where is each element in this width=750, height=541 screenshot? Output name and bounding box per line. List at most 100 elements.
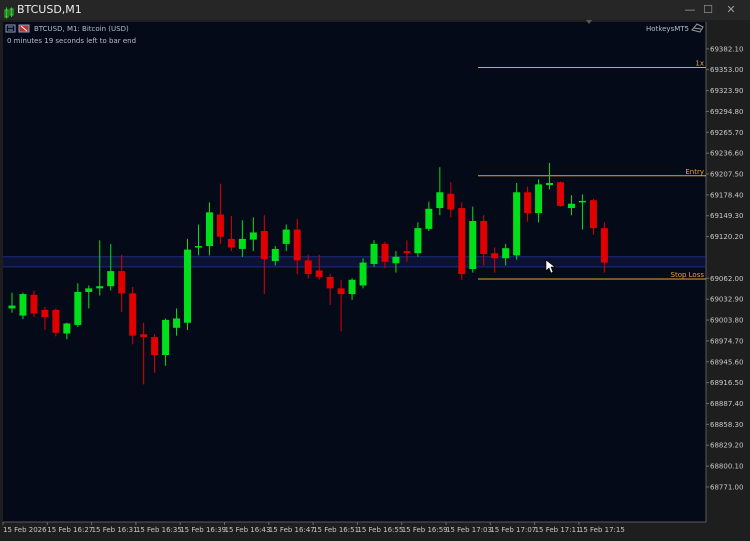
candle-body <box>546 182 554 186</box>
symbol-description: BTCUSD, M1: Bitcoin (USD) <box>34 25 129 33</box>
candle-body <box>19 294 27 316</box>
candle-body <box>118 271 126 294</box>
y-tick-label: 69265.70 <box>710 129 743 137</box>
y-tick-label: 69382.10 <box>710 45 743 53</box>
y-tick-label: 69294.80 <box>710 108 743 116</box>
y-tick-label: 68800.10 <box>710 463 743 471</box>
bid-ask-band <box>3 256 706 268</box>
y-tick-label: 69032.90 <box>710 296 743 304</box>
app-icon <box>4 4 14 19</box>
y-tick-label: 69120.20 <box>710 233 743 241</box>
candle-body <box>173 318 181 328</box>
candle-body <box>392 256 400 264</box>
y-tick-label: 69353.00 <box>710 66 743 74</box>
x-tick-label: 15 Feb 16:55 <box>357 526 403 534</box>
candle-body <box>151 337 159 356</box>
candle-body <box>348 279 356 295</box>
candle-body <box>315 270 323 277</box>
candle-body <box>326 276 334 289</box>
candle-body <box>359 262 367 286</box>
candle-body <box>557 182 564 206</box>
close-button[interactable]: ✕ <box>722 2 740 18</box>
candle-body <box>271 248 279 262</box>
y-tick-label: 68858.30 <box>710 421 743 429</box>
minimize-button[interactable]: — <box>681 2 699 18</box>
candle-body <box>337 288 345 295</box>
candle-body <box>238 238 246 249</box>
candle-body <box>8 305 16 309</box>
candle-body <box>600 228 608 263</box>
candle-body <box>63 323 71 334</box>
candle-body <box>502 248 510 259</box>
candle-body <box>184 249 192 323</box>
y-tick-label: 69236.60 <box>710 150 743 158</box>
x-tick-label: 15 Feb 16:31 <box>92 526 138 534</box>
candle-body <box>381 243 389 262</box>
y-tick-label: 69178.40 <box>710 191 743 199</box>
x-tick-label: 15 Feb 16:35 <box>136 526 182 534</box>
robot-icon[interactable] <box>18 24 30 33</box>
candle-body <box>458 208 466 275</box>
y-tick-label: 68945.60 <box>710 358 743 366</box>
level-label: Stop Loss <box>671 271 705 279</box>
candle-body <box>227 238 235 248</box>
y-tick-label: 69207.50 <box>710 171 743 179</box>
window-title-bar[interactable]: BTCUSD,M1 — ☐ ✕ <box>0 0 750 20</box>
x-tick-label: 15 Feb 16:43 <box>225 526 271 534</box>
candle-body <box>578 200 586 203</box>
candle-body <box>567 203 575 209</box>
x-tick-label: 15 Feb 17:11 <box>535 526 581 534</box>
chart-window[interactable]: 1x Entry Stop Loss 69382.10 69353.00 69323.9… <box>0 20 750 541</box>
candle-body <box>535 184 543 214</box>
candle-body <box>194 246 202 248</box>
candle-body <box>162 319 170 356</box>
candle-body <box>589 200 597 229</box>
x-tick-label: 15 Feb 16:39 <box>180 526 226 534</box>
candle-body <box>205 212 213 247</box>
candle-body <box>469 220 477 269</box>
candle-body <box>436 192 444 209</box>
y-tick-label: 69003.80 <box>710 317 743 325</box>
x-tick-label: 15 Feb 17:15 <box>579 526 625 534</box>
y-tick-label: 68829.20 <box>710 442 743 450</box>
x-tick-label: 15 Feb 16:27 <box>47 526 93 534</box>
level-label: Entry <box>685 168 704 176</box>
y-tick-label: 69062.00 <box>710 275 743 283</box>
level-label: 1x <box>695 60 704 68</box>
candle-body <box>52 309 60 333</box>
y-tick-label: 68974.70 <box>710 337 743 345</box>
candle-body <box>304 260 312 275</box>
candle-body <box>30 294 38 314</box>
candle-body <box>85 288 93 292</box>
candle-body <box>41 309 49 318</box>
x-tick-label: 15 Feb 16:47 <box>269 526 315 534</box>
candle-body <box>513 192 521 256</box>
candle-body <box>107 271 115 287</box>
candle-body <box>140 334 148 338</box>
y-tick-label: 68887.40 <box>710 400 743 408</box>
candle-body <box>129 293 137 336</box>
candle-body <box>414 228 422 254</box>
candle-body <box>249 232 257 240</box>
y-tick-label: 68916.50 <box>710 379 743 387</box>
candle-body <box>425 208 433 229</box>
x-tick-label: 15 Feb 16:51 <box>313 526 359 534</box>
candle-body <box>216 214 224 237</box>
candle-body <box>74 291 82 325</box>
candle-body <box>491 253 499 259</box>
x-tick-label: 15 Feb 16:59 <box>402 526 448 534</box>
candle-body <box>480 220 488 254</box>
plugin-label: HotkeysMT5 <box>646 25 689 33</box>
x-tick-label: 15 Feb 17:03 <box>446 526 492 534</box>
spread-band <box>3 256 706 267</box>
price-chart[interactable]: 1x Entry Stop Loss 69382.10 69353.00 69323.9… <box>0 20 750 541</box>
candle-body <box>282 229 290 244</box>
candle-body <box>260 231 268 259</box>
window-title: BTCUSD,M1 <box>17 3 82 16</box>
candle-body <box>96 286 104 289</box>
candle-body <box>403 251 411 254</box>
x-tick-label: 15 Feb 17:07 <box>490 526 536 534</box>
maximize-button[interactable]: ☐ <box>699 2 717 18</box>
x-tick-label: 15 Feb 2026 <box>3 526 47 534</box>
candle-body <box>447 193 455 210</box>
